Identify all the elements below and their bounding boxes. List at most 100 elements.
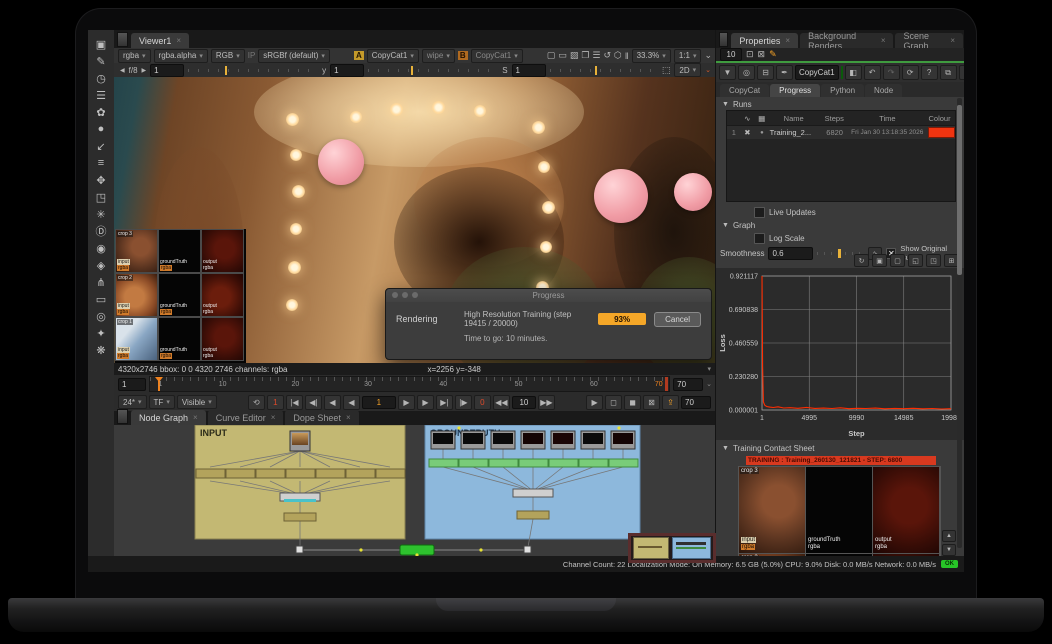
shuffle-node[interactable] — [517, 511, 549, 519]
crop-node[interactable] — [286, 469, 315, 478]
ratio-dropdown[interactable]: 1:1▾ — [674, 49, 702, 63]
revert-icon[interactable]: ⟳ — [902, 65, 919, 80]
input-process-toggle[interactable]: IP — [248, 51, 256, 60]
close-icon[interactable]: × — [785, 36, 790, 45]
crop-node[interactable] — [549, 459, 578, 467]
live-updates-checkbox[interactable] — [754, 207, 765, 218]
step-forward-button[interactable]: ▶ — [417, 395, 434, 410]
crop-node[interactable] — [609, 459, 638, 467]
tab-progress[interactable]: Progress — [770, 84, 820, 97]
pane-grip-icon[interactable] — [117, 409, 128, 424]
tab-node-graph[interactable]: Node Graph× — [131, 410, 206, 425]
close-icon[interactable]: × — [346, 413, 351, 422]
crop-node[interactable] — [226, 469, 255, 478]
visible-dropdown[interactable]: Visible▾ — [177, 395, 217, 409]
window-controls[interactable] — [392, 292, 418, 298]
tab-node[interactable]: Node — [865, 84, 902, 97]
channel-icon[interactable]: ☰ — [92, 87, 110, 103]
lock-panels-icon[interactable]: ⊡ — [746, 49, 754, 60]
frame-y-icon[interactable]: ◳ — [926, 254, 941, 267]
tab-curve-editor[interactable]: Curve Editor× — [208, 410, 284, 425]
gain-input[interactable]: 1 — [150, 64, 184, 77]
filter-icon[interactable]: ● — [92, 121, 110, 137]
loss-chart[interactable]: 0.0000010.2302800.4605590.6908380.921117… — [716, 268, 964, 440]
proxy-icon[interactable]: ▭ — [558, 50, 567, 61]
strips-icon[interactable]: ☰ — [592, 50, 600, 61]
clear-panels-icon[interactable]: ⊠ — [758, 49, 766, 60]
crop-node[interactable] — [459, 459, 488, 467]
tab-scene-graph[interactable]: Scene Graph× — [895, 33, 963, 48]
dot-node[interactable] — [296, 546, 303, 553]
crop-node[interactable] — [256, 469, 285, 478]
keyer-icon[interactable]: ↙ — [92, 138, 110, 154]
pause-icon[interactable]: ‖ — [625, 51, 629, 61]
jump-back-button[interactable]: ◀◀ — [493, 395, 510, 410]
stereo-warning-icon[interactable]: ⌄ — [705, 66, 711, 74]
scroll-up-icon[interactable]: ▲ — [942, 530, 956, 542]
runs-section-header[interactable]: ▼Runs — [722, 100, 752, 109]
curve-toggle-icon[interactable]: ∿ — [741, 114, 755, 123]
display-style-dropdown[interactable]: RGB▾ — [211, 49, 245, 63]
next-keyframe-button[interactable]: ▶| — [436, 395, 453, 410]
step-back-button[interactable]: ◀ — [324, 395, 341, 410]
flipbook-icon[interactable]: ▶ — [586, 395, 603, 410]
merge-icon[interactable]: ≡ — [92, 155, 110, 171]
prev-keyframe-button[interactable]: ◀| — [305, 395, 322, 410]
saturation-input[interactable]: 1 — [512, 64, 546, 77]
color-picker-icon[interactable]: ✒ — [776, 65, 793, 80]
collapse-node-icon[interactable]: ▼ — [719, 65, 736, 80]
max-panels-input[interactable]: 10 — [720, 48, 742, 61]
dot-node[interactable] — [524, 546, 531, 553]
particles-icon[interactable]: ✳ — [92, 206, 110, 222]
frame-increment-input[interactable]: 10 — [512, 396, 536, 409]
checker-icon[interactable]: ▨ — [570, 50, 579, 61]
close-icon[interactable]: × — [193, 413, 198, 422]
redo-icon[interactable]: ↷ — [883, 65, 900, 80]
scroll-down-icon[interactable]: ▼ — [942, 544, 956, 556]
col-steps[interactable]: Steps — [818, 114, 851, 123]
close-icon[interactable]: × — [271, 413, 276, 422]
crop-node[interactable] — [376, 469, 405, 478]
gamma-slider[interactable] — [368, 69, 498, 72]
delete-run-icon[interactable]: ✖ — [741, 128, 755, 137]
other-icon[interactable]: ▭ — [92, 291, 110, 307]
extras-icon[interactable]: ❋ — [92, 342, 110, 358]
tab-viewer1[interactable]: Viewer1 × — [131, 33, 189, 48]
current-frame-input[interactable]: 1 — [362, 396, 396, 409]
col-name[interactable]: Name — [770, 114, 818, 123]
deep-icon[interactable]: Ⓓ — [92, 223, 110, 239]
infobar-collapse-icon[interactable]: ▾ — [707, 365, 711, 373]
col-colour[interactable]: Colour — [924, 114, 955, 123]
monitor-out-icon[interactable]: ▢ — [547, 50, 556, 61]
transform-icon[interactable]: ✥ — [92, 172, 110, 188]
frame-x-icon[interactable]: ◱ — [908, 254, 923, 267]
grid-toggle-icon[interactable]: ▦ — [754, 114, 769, 123]
refresh-graph-icon[interactable]: ↻ — [854, 254, 869, 267]
range-collapse-icon[interactable]: ⌄ — [703, 380, 715, 388]
goto-end-button[interactable]: |▶ — [455, 395, 472, 410]
range-start-input[interactable]: 1 — [118, 378, 146, 391]
wipe-b-input-dropdown[interactable]: CopyCat1▾ — [471, 49, 523, 63]
saturation-slider[interactable] — [550, 69, 658, 72]
pane-grip-icon[interactable] — [719, 32, 728, 47]
layers-icon[interactable]: ❐ — [581, 50, 589, 61]
timeline-ruler[interactable]: 1 10 20 30 40 50 60 70 — [149, 376, 670, 392]
roi-icon[interactable]: ⬡ — [614, 50, 622, 61]
close-window-icon[interactable] — [392, 292, 398, 298]
col-time[interactable]: Time — [851, 114, 924, 123]
image-icon[interactable]: ▣ — [92, 36, 110, 52]
crop-node[interactable] — [196, 469, 225, 478]
close-icon[interactable]: × — [176, 36, 181, 45]
frame-b-icon[interactable]: ◼ — [624, 395, 641, 410]
view-mode-dropdown[interactable]: 2D▾ — [674, 63, 701, 77]
progress-dialog-titlebar[interactable]: Progress — [386, 289, 711, 302]
metadata-icon[interactable]: ◈ — [92, 257, 110, 273]
loop-mode-icon[interactable]: ⟲ — [248, 395, 265, 410]
crop-node[interactable] — [429, 459, 458, 467]
cancel-button[interactable]: Cancel — [654, 312, 701, 327]
node-graph[interactable]: INPUT GROUNDTRUTH — [114, 425, 715, 556]
pane-grip-icon[interactable] — [117, 32, 128, 47]
frame-a-icon[interactable]: ◻ — [605, 395, 622, 410]
contact-sheet-section-header[interactable]: ▼Training Contact Sheet — [722, 444, 814, 453]
color-icon[interactable]: ✿ — [92, 104, 110, 120]
